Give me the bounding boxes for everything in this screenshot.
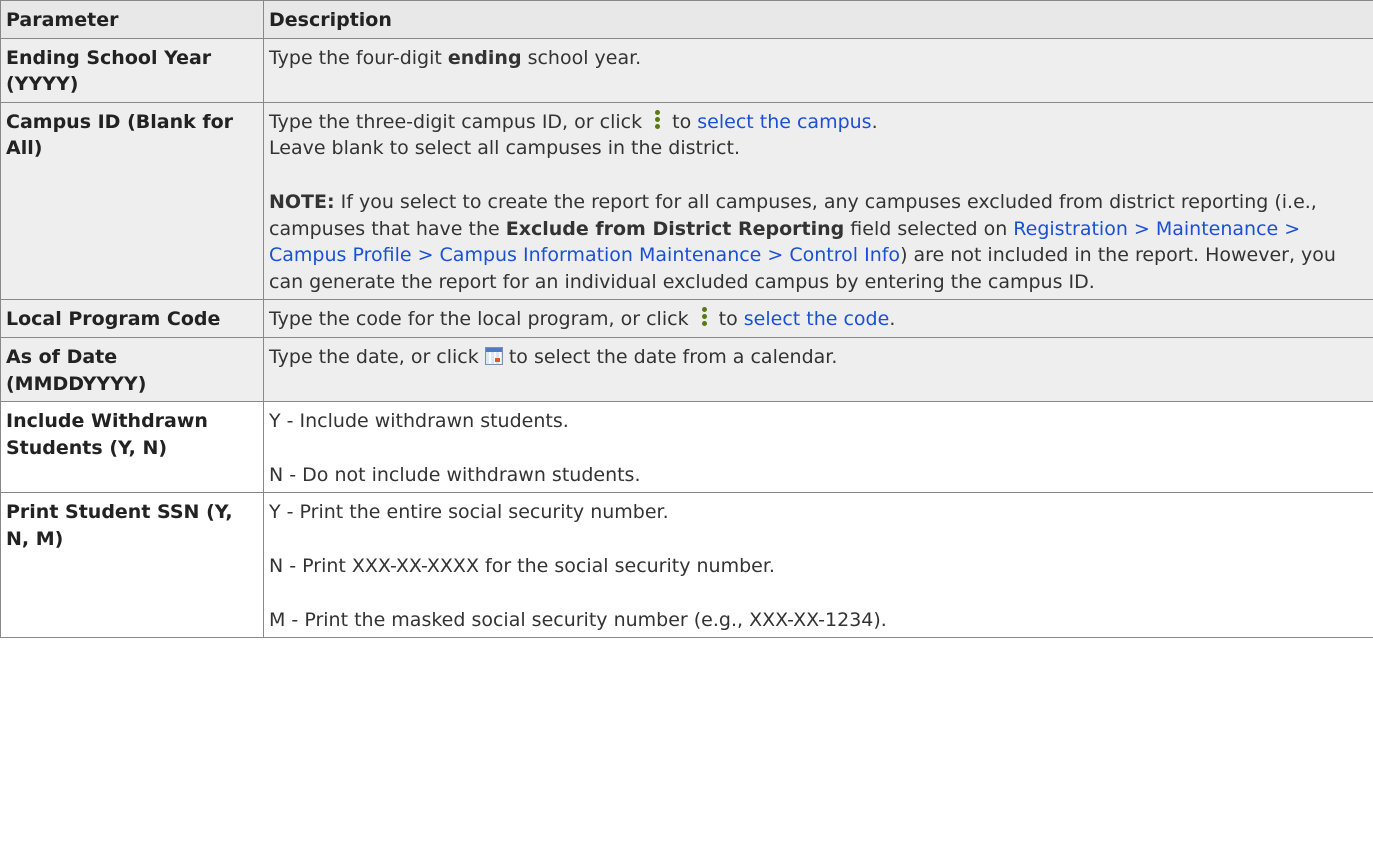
header-parameter: Parameter	[0, 0, 264, 39]
desc-text: to	[712, 308, 744, 331]
desc-text: .	[889, 308, 896, 331]
table-row: Print Student SSN (Y, N, M) Y - Print th…	[0, 492, 1373, 639]
select-code-link[interactable]: select the code	[744, 308, 890, 330]
vertical-dots-icon	[695, 307, 713, 327]
desc-text: Type the three-digit campus ID, or click	[269, 110, 649, 133]
desc-as-of-date: Type the date, or click to select the da…	[263, 336, 1373, 403]
desc-text: Leave blank to select all campuses in th…	[269, 137, 740, 160]
note-text: field selected on	[844, 217, 1014, 240]
vertical-dots-icon	[648, 109, 666, 130]
table-row: Campus ID (Blank for All) Type the three…	[0, 101, 1373, 301]
param-print-ssn: Print Student SSN (Y, N, M)	[0, 492, 264, 639]
param-as-of-date: As of Date (MMDDYYYY)	[0, 336, 264, 403]
desc-local-program-code: Type the code for the local program, or …	[263, 299, 1373, 338]
parameter-table: Parameter Description Ending School Year…	[0, 0, 1373, 639]
note-label: NOTE:	[269, 190, 335, 213]
table-row: As of Date (MMDDYYYY) Type the date, or …	[0, 336, 1373, 403]
param-local-program-code: Local Program Code	[0, 299, 264, 338]
note-paragraph: NOTE: If you select to create the report…	[269, 189, 1369, 295]
desc-include-withdrawn: Y - Include withdrawn students. N - Do n…	[263, 401, 1373, 494]
header-row: Parameter Description	[0, 0, 1373, 39]
option-text: Y - Print the entire social security num…	[269, 501, 669, 524]
table-row: Include Withdrawn Students (Y, N) Y - In…	[0, 401, 1373, 494]
header-description: Description	[263, 0, 1373, 39]
desc-paragraph: Type the three-digit campus ID, or click…	[269, 109, 1369, 162]
desc-print-ssn: Y - Print the entire social security num…	[263, 492, 1373, 639]
desc-text: Type the date, or click	[269, 345, 485, 368]
desc-text: school year.	[521, 46, 642, 69]
param-include-withdrawn: Include Withdrawn Students (Y, N)	[0, 401, 264, 494]
desc-text: to select the date from a calendar.	[502, 345, 838, 368]
desc-text: Type the code for the local program, or …	[269, 308, 695, 331]
desc-ending-school-year: Type the four-digit ending school year.	[263, 37, 1373, 103]
desc-bold: ending	[447, 46, 522, 69]
option-text: Y - Include withdrawn students.	[269, 410, 569, 433]
calendar-icon	[484, 346, 503, 365]
desc-text: .	[871, 110, 878, 133]
desc-campus-id: Type the three-digit campus ID, or click…	[263, 101, 1373, 301]
select-campus-link[interactable]: select the campus	[697, 111, 871, 133]
note-bold: Exclude from District Reporting	[505, 217, 845, 240]
param-campus-id: Campus ID (Blank for All)	[0, 101, 264, 301]
desc-text: Type the four-digit	[269, 46, 448, 69]
option-text: N - Print XXX-XX-XXXX for the social sec…	[269, 554, 775, 577]
option-text: N - Do not include withdrawn students.	[269, 463, 641, 486]
param-ending-school-year: Ending School Year (YYYY)	[0, 37, 264, 103]
option-text: M - Print the masked social security num…	[269, 608, 887, 631]
desc-text: to	[666, 110, 698, 133]
table-row: Local Program Code Type the code for the…	[0, 299, 1373, 338]
table-row: Ending School Year (YYYY) Type the four-…	[0, 37, 1373, 103]
